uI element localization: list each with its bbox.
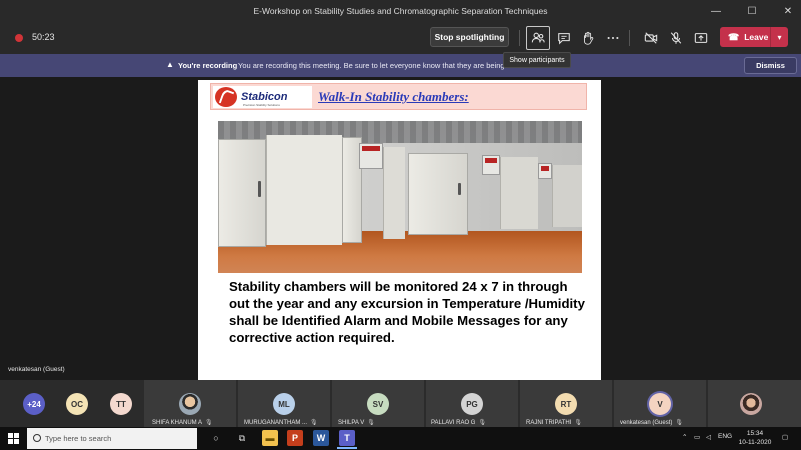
- participant-tile[interactable]: ML MURUGANANTHAM ... 🎙︎: [238, 380, 330, 427]
- stability-chamber-photo: [218, 121, 582, 273]
- taskbar-search-input[interactable]: Type here to search: [27, 428, 197, 449]
- window-title: E-Workshop on Stability Studies and Chro…: [253, 6, 548, 16]
- language-indicator[interactable]: ENG: [718, 433, 732, 440]
- slide-body-text: Stability chambers will be monitored 24 …: [229, 279, 585, 345]
- search-icon: [33, 434, 41, 442]
- banner-title: You're recording: [178, 61, 238, 70]
- slide-header: Stabicon Precision Stability Solutions W…: [210, 83, 587, 110]
- logo-text: Stabicon: [241, 91, 288, 103]
- dismiss-button[interactable]: Dismiss: [744, 57, 797, 74]
- participant-tile[interactable]: [708, 380, 801, 427]
- clock-time: 15:34: [746, 430, 764, 437]
- mic-off-icon: 🎙︎: [205, 420, 213, 426]
- raise-hand-button[interactable]: [576, 26, 600, 50]
- participant-name: SHILPA V: [338, 420, 365, 426]
- participant-tile[interactable]: V venkatesan (Guest) 🎙︎: [614, 380, 706, 427]
- participant-tile[interactable]: PG PALLAVI RAO G 🎙︎: [426, 380, 518, 427]
- chevron-down-icon[interactable]: ▾: [770, 27, 788, 47]
- minimize-button[interactable]: —: [704, 0, 728, 22]
- camera-off-icon: [644, 32, 658, 44]
- leave-button[interactable]: ☎ Leave ▾: [720, 27, 788, 47]
- maximize-button[interactable]: ☐: [740, 0, 764, 22]
- participant-name: venkatesan (Guest): [620, 420, 673, 426]
- windows-taskbar: Type here to search ○ ⧉ ▬ P W T ⌃ ▭ ◁ EN…: [0, 427, 801, 450]
- mic-toggle-button[interactable]: [664, 26, 688, 50]
- taskbar-clock[interactable]: 15:34 10-11-2020: [736, 429, 774, 447]
- powerpoint-icon[interactable]: P: [287, 430, 303, 446]
- window-titlebar: E-Workshop on Stability Studies and Chro…: [0, 0, 801, 22]
- file-explorer-icon[interactable]: ▬: [262, 430, 278, 446]
- mic-off-icon: 🎙︎: [574, 420, 582, 426]
- avatar: V: [649, 393, 671, 415]
- share-screen-button[interactable]: [689, 26, 713, 50]
- participant-strip: +24 OC TT SHIFA KHANUM A 🎙︎ ML MURUGANANT…: [0, 380, 801, 427]
- presenter-name: venkatesan (Guest): [8, 366, 65, 373]
- stabicon-logo: Stabicon Precision Stability Solutions: [213, 86, 312, 108]
- more-actions-button[interactable]: [601, 26, 625, 50]
- avatar: RT: [555, 393, 577, 415]
- more-icon: [607, 36, 619, 40]
- chevron-up-icon[interactable]: ⌃: [682, 433, 687, 441]
- banner-message: You are recording this meeting. Be sure …: [238, 61, 514, 70]
- mic-off-icon: 🎙︎: [367, 420, 375, 426]
- mic-off-icon: 🎙︎: [675, 420, 683, 426]
- clock-date: 10-11-2020: [738, 439, 772, 446]
- meeting-timer: 50:23: [32, 32, 55, 42]
- participants-icon: [531, 32, 545, 43]
- toolbar-divider: [519, 30, 520, 46]
- start-button[interactable]: [8, 433, 19, 444]
- mic-off-icon: 🎙︎: [478, 420, 487, 426]
- avatar[interactable]: OC: [66, 393, 88, 415]
- overflow-participants[interactable]: +24 OC TT: [0, 380, 144, 427]
- participant-name: PALLAVI RAO G: [431, 420, 476, 426]
- avatar: [179, 393, 201, 415]
- word-icon[interactable]: W: [313, 430, 329, 446]
- search-placeholder: Type here to search: [45, 434, 112, 443]
- toolbar-divider: [629, 30, 630, 46]
- teams-icon[interactable]: T: [337, 430, 357, 449]
- recording-indicator-icon: [15, 34, 23, 42]
- avatar[interactable]: TT: [110, 393, 132, 415]
- participants-tooltip: Show participants: [503, 52, 571, 68]
- raise-hand-icon: [584, 31, 594, 45]
- meeting-toolbar: 50:23 Stop spotlighting ☎ Leave ▾: [0, 22, 801, 54]
- volume-icon[interactable]: ◁: [706, 433, 711, 441]
- participant-name: RAJNI TRIPATHI: [526, 420, 572, 426]
- avatar: ML: [273, 393, 295, 415]
- task-view-icon[interactable]: ⧉: [234, 430, 250, 446]
- warning-icon: ▲: [166, 60, 174, 69]
- logo-mark-icon: [215, 87, 237, 107]
- meeting-stage: Stabicon Precision Stability Solutions W…: [0, 77, 801, 380]
- leave-label: Leave: [744, 32, 769, 42]
- participants-button[interactable]: [526, 26, 550, 50]
- avatar: SV: [367, 393, 389, 415]
- participant-name: SHIFA KHANUM A: [152, 420, 203, 426]
- participant-tile[interactable]: SV SHILPA V 🎙︎: [332, 380, 424, 427]
- participant-tile[interactable]: SHIFA KHANUM A 🎙︎: [144, 380, 236, 427]
- camera-toggle-button[interactable]: [639, 26, 663, 50]
- chat-button[interactable]: [552, 26, 576, 50]
- overflow-count-badge[interactable]: +24: [23, 393, 45, 415]
- notifications-icon[interactable]: ▢: [782, 433, 788, 441]
- mic-off-icon: [670, 32, 682, 44]
- chat-icon: [558, 33, 570, 45]
- phone-hangup-icon: ☎: [728, 31, 740, 42]
- close-button[interactable]: ✕: [776, 0, 800, 22]
- logo-subtitle: Precision Stability Solutions: [243, 103, 280, 107]
- stop-spotlighting-button[interactable]: Stop spotlighting: [430, 27, 509, 47]
- mic-off-icon: 🎙︎: [310, 420, 318, 426]
- avatar: PG: [461, 393, 483, 415]
- share-icon: [694, 33, 708, 43]
- network-icon[interactable]: ▭: [694, 433, 700, 441]
- participant-tile[interactable]: RT RAJNI TRIPATHI 🎙︎: [520, 380, 612, 427]
- cortana-icon[interactable]: ○: [208, 430, 224, 446]
- recording-banner: ▲ You're recording You are recording thi…: [0, 54, 801, 77]
- shared-slide: Stabicon Precision Stability Solutions W…: [198, 80, 601, 380]
- participant-name: MURUGANANTHAM ...: [244, 420, 307, 426]
- slide-title: Walk-In Stability chambers:: [318, 89, 469, 104]
- avatar: [740, 393, 762, 415]
